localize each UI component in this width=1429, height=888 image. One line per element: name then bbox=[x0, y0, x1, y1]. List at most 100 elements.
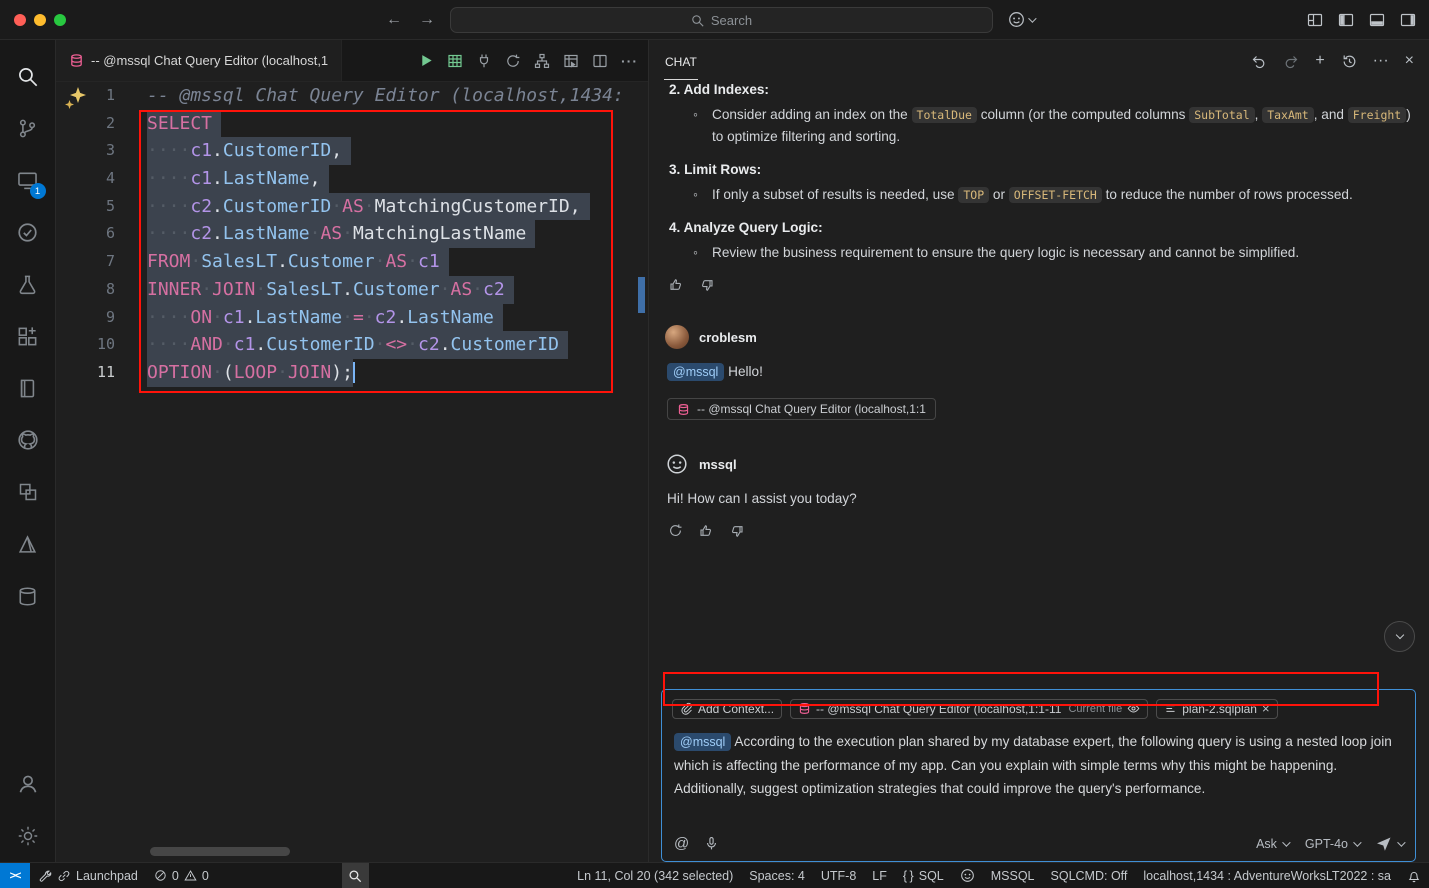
query-plan-icon[interactable] bbox=[563, 53, 579, 69]
add-context-button[interactable]: Add Context... bbox=[672, 699, 782, 719]
language-mode[interactable]: { } SQL bbox=[895, 863, 952, 888]
cursor-position[interactable]: Ln 11, Col 20 (342 selected) bbox=[569, 863, 741, 888]
chevron-down-icon bbox=[1282, 838, 1290, 846]
remove-chip-icon[interactable]: × bbox=[1262, 702, 1270, 715]
mention-picker-icon[interactable]: @ bbox=[674, 835, 689, 852]
sidebar-item-database-projects[interactable] bbox=[4, 570, 52, 622]
thumbs-up-icon[interactable] bbox=[668, 277, 684, 293]
remote-indicator[interactable]: >< bbox=[0, 863, 30, 888]
results-grid-icon[interactable] bbox=[447, 53, 463, 69]
split-editor-icon[interactable] bbox=[592, 53, 608, 69]
back-icon[interactable]: ← bbox=[386, 11, 402, 29]
code-text: ····c1.CustomerID, bbox=[147, 137, 351, 165]
tab-chat[interactable]: CHAT bbox=[664, 42, 698, 80]
sidebar-item-source-control[interactable] bbox=[4, 102, 52, 154]
thumbs-down-icon[interactable] bbox=[699, 277, 715, 293]
problems-indicator[interactable]: 0 0 bbox=[146, 863, 217, 888]
forward-icon[interactable]: → bbox=[419, 11, 435, 29]
sidebar-item-notebooks[interactable] bbox=[4, 362, 52, 414]
sidebar-item-azure[interactable] bbox=[4, 518, 52, 570]
estimated-plan-icon[interactable] bbox=[505, 53, 521, 69]
thumbs-down-icon[interactable] bbox=[729, 523, 745, 539]
sidebar-item-extensions[interactable] bbox=[4, 310, 52, 362]
connect-icon[interactable] bbox=[476, 53, 492, 69]
editor-tab[interactable]: -- @mssql Chat Query Editor (localhost,1 bbox=[56, 40, 342, 81]
copilot-status[interactable] bbox=[952, 863, 983, 888]
close-icon[interactable]: × bbox=[1405, 53, 1414, 69]
mssql-status[interactable]: MSSQL bbox=[983, 863, 1043, 888]
sidebar-item-search[interactable] bbox=[4, 50, 52, 102]
command-center-search[interactable]: Search bbox=[450, 7, 993, 33]
code-token: LastName bbox=[223, 168, 310, 189]
sqlcmd-status[interactable]: SQLCMD: Off bbox=[1043, 863, 1136, 888]
chat-input-container[interactable]: Add Context... -- @mssql Chat Query Edit… bbox=[661, 689, 1416, 862]
undo-edits-icon[interactable] bbox=[1251, 53, 1267, 69]
toggle-panel-icon[interactable] bbox=[1369, 12, 1385, 28]
code-text: ····c2.LastName·AS·MatchingLastName bbox=[147, 220, 535, 248]
code-token: . bbox=[212, 140, 223, 161]
code-token: · bbox=[255, 279, 266, 300]
code-text: OPTION·(LOOP·JOIN); bbox=[147, 359, 355, 387]
zoom-indicator[interactable] bbox=[342, 863, 369, 888]
new-chat-icon[interactable]: + bbox=[1315, 53, 1324, 69]
attachment-pill[interactable]: -- @mssql Chat Query Editor (localhost,1… bbox=[667, 398, 936, 420]
chat-message-input[interactable]: @mssql According to the execution plan s… bbox=[674, 730, 1403, 833]
list-item: 2. Add Indexes:◦Consider adding an index… bbox=[669, 82, 1413, 148]
run-query-icon[interactable] bbox=[419, 53, 434, 68]
code-token: . bbox=[212, 223, 223, 244]
text-segment: Review the business requirement to ensur… bbox=[712, 245, 1299, 260]
sidebar-item-remote-explorer[interactable]: 1 bbox=[4, 154, 52, 206]
launchpad-button[interactable]: Launchpad bbox=[30, 863, 146, 888]
eol-sequence[interactable]: LF bbox=[864, 863, 895, 888]
close-window-button[interactable] bbox=[14, 14, 26, 26]
model-picker[interactable]: GPT-4o bbox=[1305, 837, 1359, 851]
sidebar-item-remote-windows[interactable] bbox=[4, 466, 52, 518]
connection-status[interactable]: localhost,1434 : AdventureWorksLT2022 : … bbox=[1135, 863, 1399, 888]
more-actions-icon[interactable]: ··· bbox=[621, 53, 638, 69]
line-number: 11 bbox=[56, 359, 115, 387]
paperclip-icon bbox=[680, 702, 693, 715]
plan-file-icon bbox=[1164, 702, 1177, 715]
settings-button[interactable] bbox=[4, 810, 52, 862]
chat-history-icon[interactable] bbox=[1341, 53, 1357, 69]
sidebar-item-run-queries[interactable] bbox=[4, 258, 52, 310]
minimize-window-button[interactable] bbox=[34, 14, 46, 26]
encoding[interactable]: UTF-8 bbox=[813, 863, 864, 888]
code-line: 10····AND·c1.CustomerID·<>·c2.CustomerID bbox=[56, 331, 648, 359]
copilot-sparkle-icon[interactable] bbox=[63, 86, 89, 110]
code-token: INNER bbox=[147, 279, 201, 300]
code-editor[interactable]: 1-- @mssql Chat Query Editor (localhost,… bbox=[56, 82, 648, 862]
maximize-window-button[interactable] bbox=[54, 14, 66, 26]
mode-picker[interactable]: Ask bbox=[1256, 837, 1288, 851]
thumbs-up-icon[interactable] bbox=[698, 523, 714, 539]
horizontal-scrollbar[interactable] bbox=[150, 847, 290, 856]
toggle-primary-sidebar-icon[interactable] bbox=[1338, 12, 1354, 28]
microphone-icon[interactable] bbox=[704, 836, 719, 851]
more-icon[interactable]: ··· bbox=[1373, 53, 1389, 69]
schema-compare-icon[interactable] bbox=[534, 53, 550, 69]
line-number: 6 bbox=[56, 220, 115, 248]
indentation[interactable]: Spaces: 4 bbox=[741, 863, 813, 888]
accounts-button[interactable] bbox=[4, 758, 52, 810]
regenerate-icon[interactable] bbox=[668, 523, 683, 538]
code-token: · bbox=[342, 307, 353, 328]
send-button[interactable] bbox=[1376, 836, 1403, 852]
redo-edits-icon[interactable] bbox=[1283, 53, 1299, 69]
copilot-menu[interactable] bbox=[1008, 11, 1034, 28]
notifications-button[interactable] bbox=[1399, 863, 1429, 888]
customize-layout-icon[interactable] bbox=[1307, 12, 1323, 28]
toggle-secondary-sidebar-icon[interactable] bbox=[1400, 12, 1416, 28]
sidebar-item-testing[interactable] bbox=[4, 206, 52, 258]
context-file-chip[interactable]: -- @mssql Chat Query Editor (localhost,1… bbox=[790, 699, 1148, 719]
code-token: ···· bbox=[147, 334, 190, 355]
windows-icon bbox=[18, 482, 38, 502]
sidebar-item-github[interactable] bbox=[4, 414, 52, 466]
eye-icon[interactable] bbox=[1127, 702, 1140, 715]
code-token: ···· bbox=[147, 223, 190, 244]
context-plan-chip[interactable]: plan-2.sqlplan × bbox=[1156, 699, 1277, 719]
overview-ruler-selection-mark bbox=[638, 277, 645, 313]
user-avatar bbox=[665, 325, 689, 349]
chevron-down-icon bbox=[1397, 838, 1405, 846]
code-token: LastName bbox=[407, 307, 494, 328]
scroll-to-bottom-button[interactable] bbox=[1384, 621, 1415, 652]
